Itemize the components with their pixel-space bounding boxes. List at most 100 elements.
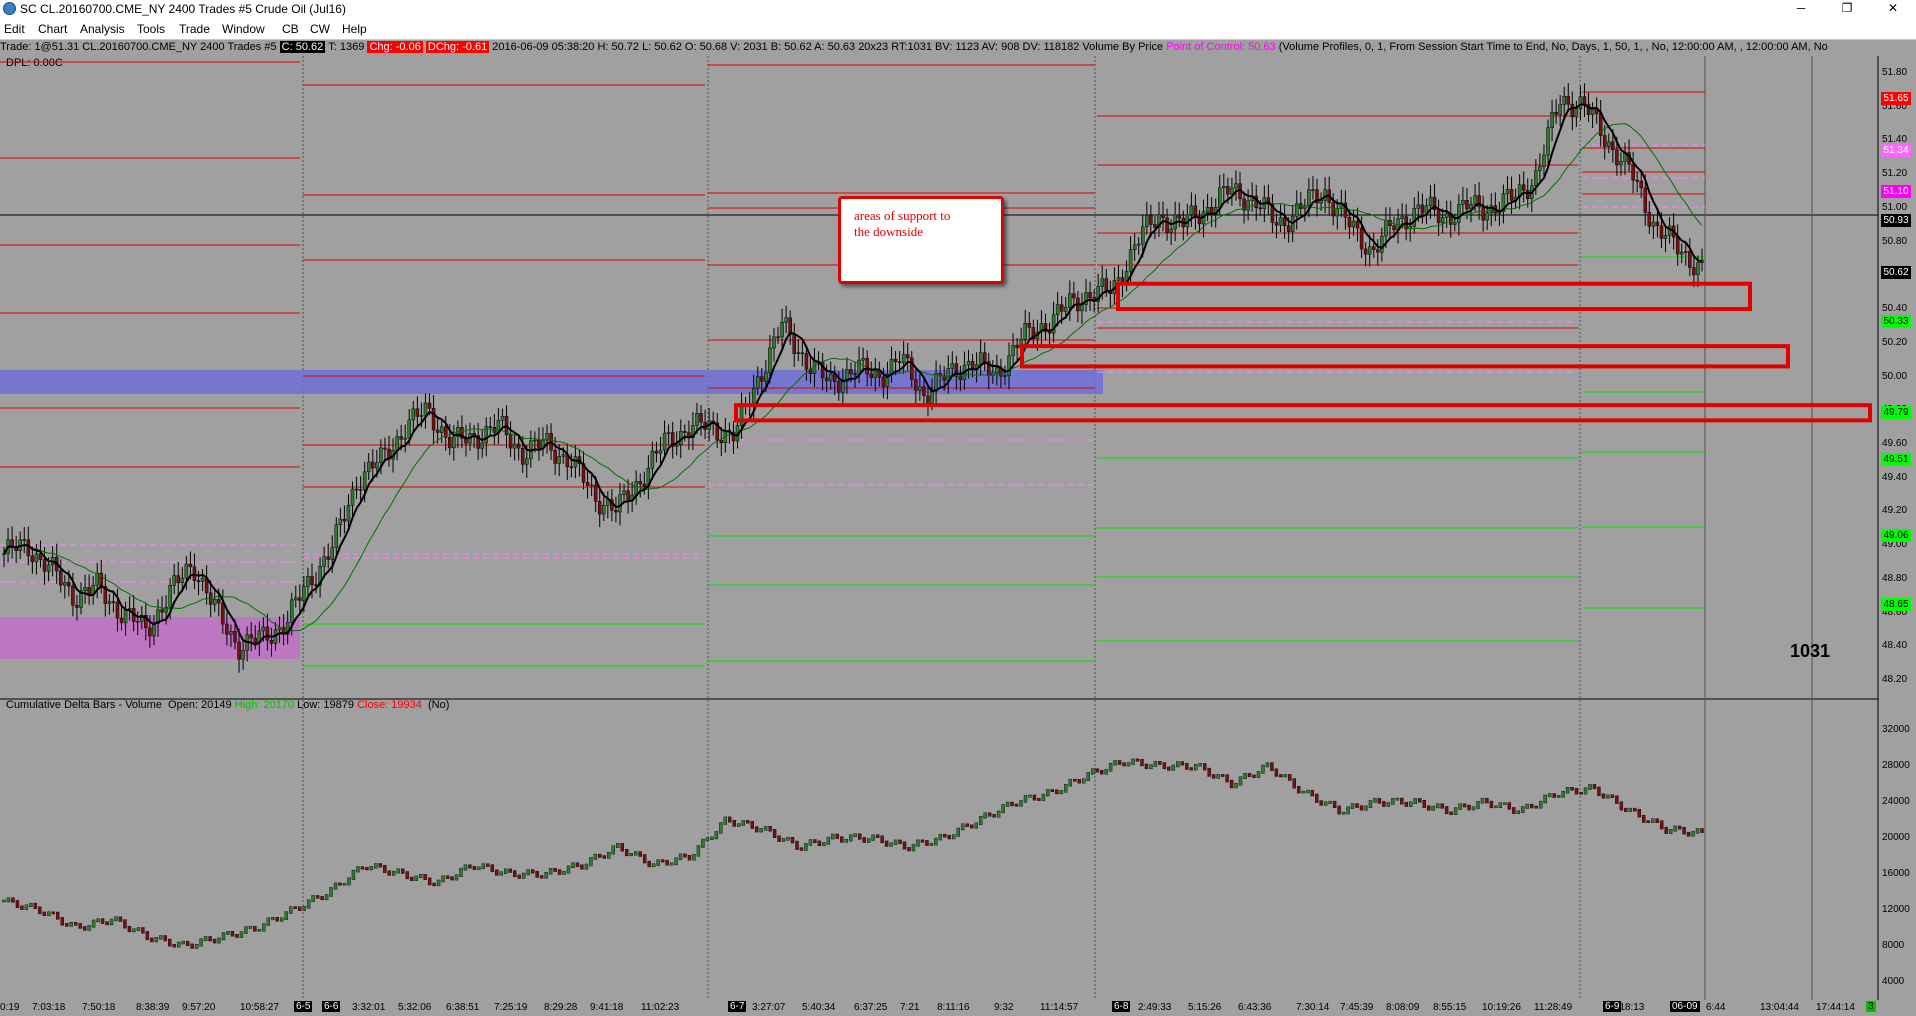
candle-body: [1165, 217, 1169, 233]
delta-bar: [51, 911, 55, 915]
candle-body: [776, 336, 780, 339]
candle-body: [1688, 251, 1692, 268]
time-tick-label: 5:32:06: [398, 1002, 432, 1013]
delta-bar: [1108, 763, 1113, 772]
candle-body: [926, 395, 930, 404]
candle-body: [435, 429, 440, 433]
delta-bar: [257, 929, 262, 932]
delta-bar: [804, 843, 808, 851]
delta-bar: [1068, 778, 1072, 787]
delta-bar: [163, 935, 167, 942]
delta-bar: [714, 831, 719, 840]
candle-body: [115, 601, 120, 619]
candle-body: [111, 601, 116, 603]
time-tick-label: 7:50:18: [82, 1002, 116, 1013]
candle-body: [918, 386, 922, 391]
candle-body: [1141, 226, 1145, 245]
candle-body: [1416, 204, 1421, 209]
delta-bar: [418, 874, 423, 879]
support-zone-boxes: [734, 281, 1872, 423]
delta-bar: [302, 905, 306, 911]
candle-body: [784, 317, 788, 323]
candle-body: [569, 466, 574, 469]
candle-body: [1615, 149, 1619, 166]
delta-bar: [15, 900, 20, 909]
delta-bar: [1090, 768, 1095, 775]
delta-bar: [1615, 795, 1619, 804]
time-tick-label: 9:41:18: [590, 1002, 624, 1013]
delta-bar: [320, 896, 324, 901]
delta-bar: [808, 839, 813, 846]
delta-bar: [1046, 789, 1050, 797]
candle-body: [557, 456, 561, 464]
candle-body: [241, 650, 245, 660]
delta-bar: [1427, 805, 1431, 811]
delta-bar: [293, 906, 297, 909]
delta-bar: [1431, 805, 1435, 811]
delta-bar: [530, 869, 535, 874]
support-annotation-box[interactable]: areas of support to the downside: [838, 196, 1004, 284]
delta-bar: [898, 839, 902, 844]
candle-body: [1546, 127, 1550, 156]
delta-bar: [1494, 805, 1498, 809]
delta-bar: [1516, 810, 1521, 814]
candle-body: [1509, 189, 1514, 201]
delta-bar: [1418, 798, 1422, 803]
delta-bar: [916, 839, 920, 847]
delta-bar: [253, 925, 257, 932]
delta-bar: [1099, 769, 1104, 775]
price-chart-canvas[interactable]: [0, 0, 1916, 1016]
candle-body: [1619, 161, 1623, 166]
candle-body: [1104, 278, 1109, 291]
delta-bar: [781, 838, 786, 842]
candle-body: [654, 450, 659, 454]
delta-bar: [369, 866, 374, 871]
delta-bar: [620, 843, 624, 852]
delta-bar: [383, 865, 387, 873]
delta-bar: [822, 842, 826, 847]
delta-bar: [342, 882, 347, 886]
time-tick-label: 9:57:20: [182, 1002, 216, 1013]
delta-bar: [329, 887, 333, 897]
candle-body: [1473, 195, 1477, 205]
candle-body: [67, 581, 71, 587]
candle-body: [1376, 249, 1380, 253]
delta-bar: [965, 823, 969, 827]
candle-body: [1461, 200, 1465, 205]
candle-body: [46, 564, 51, 572]
delta-bar: [454, 874, 459, 881]
delta-bar: [499, 871, 504, 876]
candle-body: [800, 352, 805, 355]
candle-body: [354, 488, 359, 491]
delta-bar: [978, 815, 983, 825]
delta-bar: [1198, 763, 1202, 767]
candle-body: [184, 563, 189, 579]
delta-bar: [1440, 803, 1444, 809]
delta-bar: [450, 876, 454, 881]
candle-body: [1319, 200, 1323, 204]
delta-bar: [495, 869, 499, 876]
candle-body: [950, 363, 955, 369]
delta-bar: [414, 875, 418, 881]
candle-body: [500, 416, 505, 421]
candle-body: [1643, 187, 1648, 213]
candle-body: [719, 440, 724, 443]
candle-body: [58, 570, 63, 586]
delta-bar: [831, 833, 835, 840]
candle-body: [772, 336, 776, 349]
time-tick-label: 11:14:57: [1040, 1002, 1079, 1013]
candle-body: [439, 426, 444, 433]
delta-bar: [212, 938, 217, 944]
delta-bar: [1525, 803, 1529, 809]
candle-body: [1136, 243, 1141, 246]
candle-body: [1023, 323, 1027, 340]
candle-body: [561, 454, 565, 457]
delta-bar: [1211, 774, 1216, 779]
candle-body: [180, 577, 185, 583]
delta-bar: [280, 917, 284, 922]
candle-body: [1116, 277, 1121, 281]
candle-body: [164, 606, 168, 613]
delta-bar: [858, 833, 862, 840]
price-tick-label: 50.80: [1882, 235, 1908, 247]
support-zone-box: [734, 403, 1872, 423]
